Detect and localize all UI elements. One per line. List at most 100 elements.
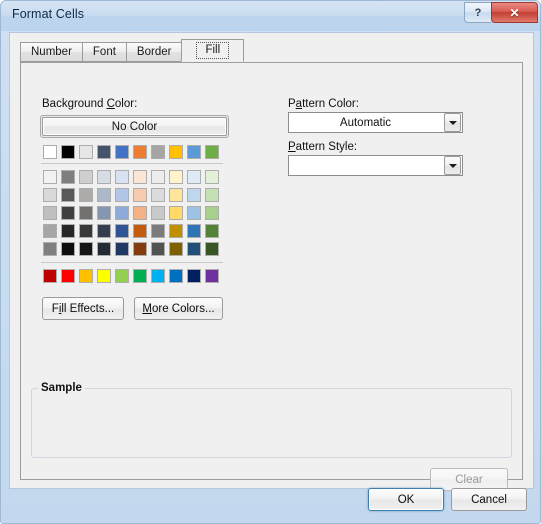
tint-swatch-r3c-7[interactable]	[149, 204, 167, 221]
tint-swatch-r5c-2[interactable]	[59, 240, 77, 257]
tint-swatch-r1c-3[interactable]	[77, 168, 95, 185]
tint-swatch-r2c-6[interactable]	[131, 186, 149, 203]
tint-swatch-r1c-5[interactable]	[113, 168, 131, 185]
no-color-button[interactable]: No Color	[42, 117, 227, 136]
tint-swatch-r1c-7[interactable]	[149, 168, 167, 185]
theme-color-swatch-10[interactable]	[203, 143, 221, 160]
tint-swatch-r5c-8[interactable]	[167, 240, 185, 257]
color-swatch	[169, 241, 183, 256]
standard-color-swatch-7[interactable]	[149, 267, 167, 284]
tint-swatch-r3c-8[interactable]	[167, 204, 185, 221]
tint-swatch-r4c-10[interactable]	[203, 222, 221, 239]
tint-swatch-r5c-5[interactable]	[113, 240, 131, 257]
tint-swatch-r5c-3[interactable]	[77, 240, 95, 257]
tint-swatch-r2c-4[interactable]	[95, 186, 113, 203]
format-cells-dialog: Format Cells ? ✕ Number Font Border Fill	[0, 0, 541, 524]
tint-swatch-r5c-1[interactable]	[41, 240, 59, 257]
tab-fill[interactable]: Fill	[181, 39, 245, 62]
palette-separator-top	[41, 163, 223, 164]
tint-swatch-r4c-4[interactable]	[95, 222, 113, 239]
color-swatch	[79, 241, 93, 256]
tint-swatch-r4c-3[interactable]	[77, 222, 95, 239]
title-bar: Format Cells ? ✕	[1, 1, 540, 31]
theme-color-swatch-9[interactable]	[185, 143, 203, 160]
standard-color-swatch-4[interactable]	[95, 267, 113, 284]
standard-color-swatch-1[interactable]	[41, 267, 59, 284]
tint-row-4	[41, 222, 221, 239]
theme-color-swatch-1[interactable]	[41, 143, 59, 160]
tint-swatch-r4c-9[interactable]	[185, 222, 203, 239]
tint-swatch-r3c-2[interactable]	[59, 204, 77, 221]
tint-swatch-r3c-10[interactable]	[203, 204, 221, 221]
close-icon[interactable]: ✕	[491, 2, 538, 23]
theme-color-swatch-7[interactable]	[149, 143, 167, 160]
help-icon[interactable]: ?	[464, 2, 491, 23]
tint-swatch-r1c-9[interactable]	[185, 168, 203, 185]
standard-color-swatch-8[interactable]	[167, 267, 185, 284]
theme-color-swatch-6[interactable]	[131, 143, 149, 160]
tint-row-3	[41, 204, 221, 221]
tint-swatch-r4c-1[interactable]	[41, 222, 59, 239]
pattern-color-combo[interactable]: Automatic	[288, 112, 463, 133]
tab-number[interactable]: Number	[20, 42, 83, 62]
theme-color-swatch-8[interactable]	[167, 143, 185, 160]
tint-swatch-r5c-4[interactable]	[95, 240, 113, 257]
tint-swatch-r2c-8[interactable]	[167, 186, 185, 203]
tint-swatch-r1c-2[interactable]	[59, 168, 77, 185]
standard-color-swatch-10[interactable]	[203, 267, 221, 284]
tint-swatch-r3c-1[interactable]	[41, 204, 59, 221]
chevron-down-icon[interactable]	[444, 113, 461, 132]
tint-swatch-r3c-3[interactable]	[77, 204, 95, 221]
tint-swatch-r2c-2[interactable]	[59, 186, 77, 203]
tint-swatch-r2c-1[interactable]	[41, 186, 59, 203]
tint-swatch-r1c-8[interactable]	[167, 168, 185, 185]
tint-swatch-r5c-7[interactable]	[149, 240, 167, 257]
tint-swatch-r3c-9[interactable]	[185, 204, 203, 221]
more-colors-button[interactable]: More Colors...	[134, 297, 223, 320]
tint-swatch-r2c-9[interactable]	[185, 186, 203, 203]
tint-swatch-r4c-8[interactable]	[167, 222, 185, 239]
standard-color-swatch-6[interactable]	[131, 267, 149, 284]
color-swatch	[205, 205, 219, 220]
chevron-down-icon-2[interactable]	[444, 156, 461, 175]
theme-color-swatch-3[interactable]	[77, 143, 95, 160]
tint-swatch-r2c-7[interactable]	[149, 186, 167, 203]
tint-swatch-r3c-6[interactable]	[131, 204, 149, 221]
tint-swatch-r1c-6[interactable]	[131, 168, 149, 185]
tint-swatch-r5c-10[interactable]	[203, 240, 221, 257]
background-color-label-prefix: Background	[42, 98, 107, 110]
tab-number-label: Number	[31, 46, 72, 58]
tab-border[interactable]: Border	[125, 42, 183, 62]
standard-color-swatch-5[interactable]	[113, 267, 131, 284]
theme-color-swatch-5[interactable]	[113, 143, 131, 160]
tint-swatch-r3c-4[interactable]	[95, 204, 113, 221]
tint-swatch-r5c-6[interactable]	[131, 240, 149, 257]
fill-effects-button[interactable]: Fill Effects...	[42, 297, 124, 320]
palette-separator-bottom	[41, 262, 223, 263]
color-swatch	[115, 144, 129, 159]
standard-color-swatch-2[interactable]	[59, 267, 77, 284]
pattern-style-combo[interactable]	[288, 155, 463, 176]
tint-swatch-r4c-2[interactable]	[59, 222, 77, 239]
tab-font[interactable]: Font	[81, 42, 127, 62]
theme-color-swatch-2[interactable]	[59, 143, 77, 160]
theme-color-swatch-4[interactable]	[95, 143, 113, 160]
color-swatch	[205, 241, 219, 256]
tint-swatch-r5c-9[interactable]	[185, 240, 203, 257]
standard-color-swatch-3[interactable]	[77, 267, 95, 284]
tint-swatch-r1c-1[interactable]	[41, 168, 59, 185]
tint-swatch-r2c-10[interactable]	[203, 186, 221, 203]
tint-swatch-r1c-4[interactable]	[95, 168, 113, 185]
tint-swatch-r4c-7[interactable]	[149, 222, 167, 239]
cancel-button[interactable]: Cancel	[451, 488, 527, 511]
tint-swatch-r3c-5[interactable]	[113, 204, 131, 221]
tint-swatch-r4c-6[interactable]	[131, 222, 149, 239]
tint-swatch-r1c-10[interactable]	[203, 168, 221, 185]
ok-button[interactable]: OK	[368, 488, 444, 511]
theme-colors-row	[41, 143, 221, 160]
color-swatch	[169, 144, 183, 159]
tint-swatch-r2c-3[interactable]	[77, 186, 95, 203]
tint-swatch-r2c-5[interactable]	[113, 186, 131, 203]
tint-swatch-r4c-5[interactable]	[113, 222, 131, 239]
standard-color-swatch-9[interactable]	[185, 267, 203, 284]
